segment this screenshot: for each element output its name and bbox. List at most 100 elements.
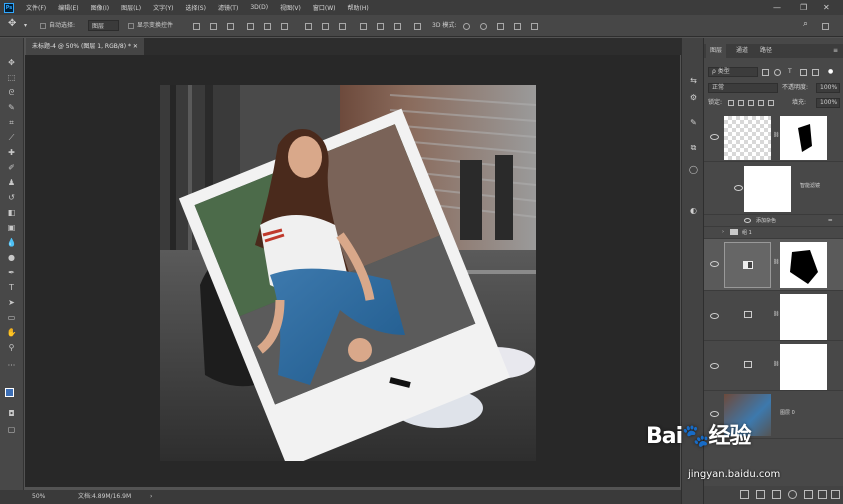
layer-mask-thumbnail[interactable]	[780, 344, 827, 390]
layer-row-smart-filter[interactable]: 智能滤镜	[704, 163, 843, 215]
3d-pan-icon[interactable]	[497, 23, 504, 30]
new-layer-icon[interactable]	[818, 490, 827, 499]
align-center-icon[interactable]	[210, 23, 217, 30]
quick-mask-icon[interactable]: ◘	[5, 408, 18, 419]
quick-select-icon[interactable]: ✎	[5, 102, 18, 113]
restore-button[interactable]: ❐	[800, 0, 807, 15]
healing-brush-icon[interactable]: ✚	[5, 147, 18, 158]
link-icon[interactable]: ⛓	[773, 361, 779, 367]
layer-row-selected[interactable]: ⛓	[704, 239, 843, 291]
align-right-icon[interactable]	[227, 23, 234, 30]
filter-adjustment-icon[interactable]	[774, 69, 781, 76]
align-middle-icon[interactable]	[264, 23, 271, 30]
zoom-level[interactable]: 50%	[32, 490, 45, 504]
filter-smart-icon[interactable]	[812, 69, 819, 76]
layer-row-group[interactable]: › 组 1	[704, 227, 843, 239]
move-tool-icon[interactable]: ✥	[8, 18, 16, 29]
adjustments-panel-icon[interactable]: ⧉	[688, 143, 699, 153]
menu-edit[interactable]: 编辑(E)	[52, 3, 84, 12]
eraser-icon[interactable]: ◧	[5, 207, 18, 218]
filter-kind-dropdown[interactable]: ρ 类型	[708, 67, 758, 77]
new-adjustment-icon[interactable]	[788, 490, 797, 499]
distribute-middle-icon[interactable]	[322, 23, 329, 30]
visibility-eye-icon[interactable]	[710, 411, 719, 417]
menu-3d[interactable]: 3D(D)	[244, 4, 274, 11]
minimize-button[interactable]: —	[773, 0, 781, 15]
filter-type-icon[interactable]: T	[788, 65, 792, 79]
menu-help[interactable]: 帮助(H)	[342, 3, 375, 12]
menu-layer[interactable]: 图层(L)	[115, 3, 147, 12]
layer-row[interactable]: ⛓	[704, 341, 843, 391]
history-panel-icon[interactable]: ⇆	[688, 76, 699, 86]
panel-menu-icon[interactable]: ≡	[829, 44, 842, 58]
lock-artboard-icon[interactable]	[758, 100, 764, 106]
link-icon[interactable]: ⛓	[773, 311, 779, 317]
distribute-left-icon[interactable]	[360, 23, 367, 30]
smart-filter-mask-thumbnail[interactable]	[744, 166, 791, 212]
layer-mask-thumbnail[interactable]	[780, 242, 827, 288]
more-tools-icon[interactable]: ···	[5, 360, 18, 371]
character-panel-icon[interactable]: ◯	[688, 165, 699, 175]
visibility-eye-icon[interactable]	[744, 218, 751, 223]
close-tab-icon[interactable]: ✕	[133, 43, 138, 50]
menu-file[interactable]: 文件(F)	[20, 3, 52, 12]
lock-transparent-icon[interactable]	[728, 100, 734, 106]
history-brush-icon[interactable]: ↺	[5, 192, 18, 203]
dodge-icon[interactable]: ●	[5, 252, 18, 263]
marquee-icon[interactable]: ⬚	[5, 72, 18, 83]
distribute-right-icon[interactable]	[394, 23, 401, 30]
menu-type[interactable]: 文字(Y)	[147, 3, 179, 12]
3d-slide-icon[interactable]	[514, 23, 521, 30]
align-left-icon[interactable]	[193, 23, 200, 30]
filter-pixel-icon[interactable]	[762, 69, 769, 76]
distribute-center-icon[interactable]	[377, 23, 384, 30]
3d-scale-icon[interactable]	[531, 23, 538, 30]
layer-row[interactable]: ⛓	[704, 291, 843, 341]
auto-select-checkbox[interactable]: 自动选择:	[40, 20, 75, 31]
show-transform-checkbox[interactable]: 显示变换控件	[128, 20, 173, 31]
layer-row-filter-entry[interactable]: 添加杂色 ⚌	[704, 215, 843, 227]
menu-select[interactable]: 选择(S)	[179, 3, 212, 12]
blur-icon[interactable]: 💧	[5, 237, 18, 248]
path-select-icon[interactable]: ➤	[5, 297, 18, 308]
expand-chevron-icon[interactable]: ›	[722, 229, 724, 235]
close-button[interactable]: ✕	[823, 0, 830, 15]
layer-row[interactable]: ⛓	[704, 112, 843, 162]
3d-rotate-icon[interactable]	[463, 23, 470, 30]
crop-icon[interactable]: ⌗	[5, 117, 18, 128]
visibility-eye-icon[interactable]	[734, 185, 743, 191]
type-icon[interactable]: T	[5, 282, 18, 293]
document-canvas[interactable]	[160, 85, 536, 461]
brush-icon[interactable]: ✐	[5, 162, 18, 173]
align-top-icon[interactable]	[247, 23, 254, 30]
lasso-icon[interactable]: ᘓ	[5, 87, 18, 98]
visibility-eye-icon[interactable]	[710, 313, 719, 319]
fill-input[interactable]: 100%	[816, 98, 840, 108]
document-tab[interactable]: 未标题-4 @ 50% (图层 1, RGB/8) * ✕	[26, 38, 144, 55]
auto-align-icon[interactable]	[414, 23, 421, 30]
add-mask-icon[interactable]	[772, 490, 781, 499]
add-style-icon[interactable]	[756, 490, 765, 499]
lock-pixels-icon[interactable]	[738, 100, 744, 106]
workspace-icon[interactable]	[822, 23, 829, 30]
visibility-eye-icon[interactable]	[710, 261, 719, 267]
filter-shape-icon[interactable]	[800, 69, 807, 76]
foreground-color-swatch[interactable]	[5, 388, 14, 397]
zoom-icon[interactable]: ⚲	[5, 342, 18, 353]
menu-filter[interactable]: 滤镜(T)	[212, 3, 244, 12]
color-panel-icon[interactable]: ◐	[688, 206, 699, 216]
lock-all-icon[interactable]	[768, 100, 774, 106]
clone-stamp-icon[interactable]: ♟	[5, 177, 18, 188]
delete-layer-icon[interactable]	[831, 490, 840, 499]
tab-paths[interactable]: 路径	[756, 44, 776, 58]
menu-image[interactable]: 图像(I)	[85, 3, 115, 12]
align-bottom-icon[interactable]	[281, 23, 288, 30]
menu-view[interactable]: 视图(V)	[274, 3, 307, 12]
tab-layers[interactable]: 图层	[706, 44, 727, 58]
status-menu-arrow-icon[interactable]: ›	[150, 490, 152, 504]
search-icon[interactable]: ⌕	[803, 19, 808, 30]
filter-options-icon[interactable]: ⚌	[828, 217, 832, 223]
gradient-icon[interactable]: ▣	[5, 222, 18, 233]
layer-mask-thumbnail[interactable]	[780, 116, 827, 160]
visibility-eye-icon[interactable]	[710, 134, 719, 140]
